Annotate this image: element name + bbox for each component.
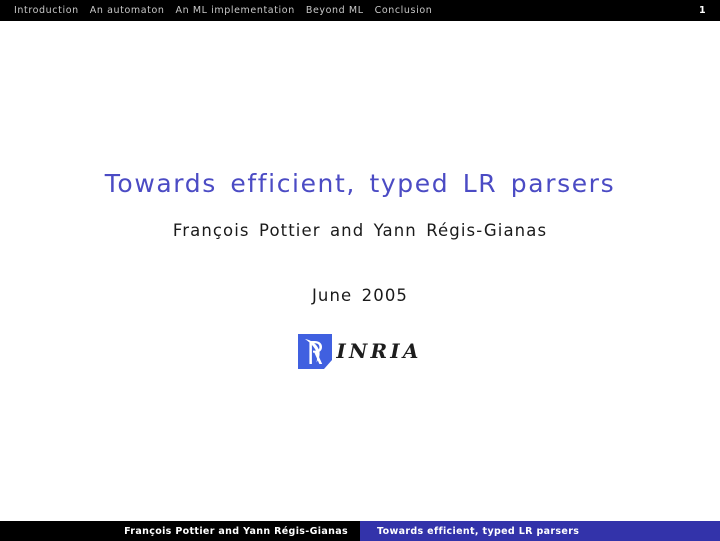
nav-item-an-ml-implementation[interactable]: An ML implementation <box>176 0 295 21</box>
inria-wordmark: INRIA <box>336 339 422 363</box>
page-number: 1 <box>698 5 706 16</box>
nav-item-beyond-ml[interactable]: Beyond ML <box>306 0 364 21</box>
inria-logo-mark-icon <box>298 334 333 369</box>
slide-date: June 2005 <box>311 286 409 305</box>
navigation-section-list: Introduction An automaton An ML implemen… <box>14 0 699 21</box>
navigation-bar: Introduction An automaton An ML implemen… <box>0 0 720 21</box>
nav-item-an-automaton[interactable]: An automaton <box>90 0 165 21</box>
footer-author-text: François Pottier and Yann Régis-Gianas <box>124 525 348 537</box>
inria-logo: INRIA <box>0 334 720 369</box>
footer-author-section: François Pottier and Yann Régis-Gianas <box>0 521 360 541</box>
nav-item-conclusion[interactable]: Conclusion <box>375 0 433 21</box>
footer-bar: François Pottier and Yann Régis-Gianas T… <box>0 521 720 541</box>
footer-title-text: Towards efficient, typed LR parsers <box>377 525 580 537</box>
slide-title: Towards efficient, typed LR parsers <box>104 169 616 198</box>
slide-authors: François Pottier and Yann Régis-Gianas <box>172 221 548 240</box>
footer-title-section: Towards efficient, typed LR parsers <box>360 521 720 541</box>
nav-item-introduction[interactable]: Introduction <box>14 0 79 21</box>
slide-body: Towards efficient, typed LR parsers Fran… <box>0 21 720 521</box>
